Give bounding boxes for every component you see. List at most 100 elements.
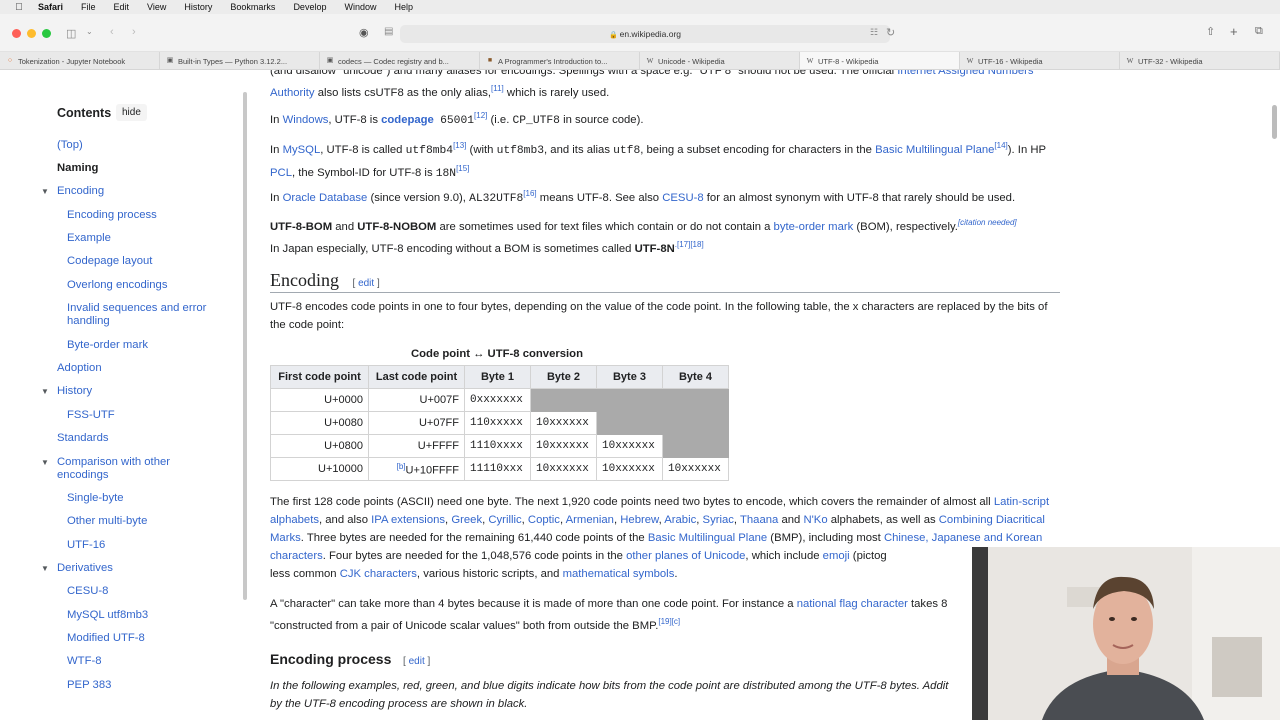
toc-item-utf16[interactable]: UTF-16 xyxy=(67,539,105,552)
link-nko[interactable]: N'Ko xyxy=(803,514,827,526)
privacy-icon[interactable]: ◉ xyxy=(359,26,369,39)
toc-hide-button[interactable]: hide xyxy=(116,104,147,121)
new-tab-icon[interactable]: + xyxy=(1230,24,1238,39)
toc-item-naming[interactable]: Naming xyxy=(57,162,98,175)
citation-needed-link[interactable]: [citation needed] xyxy=(958,218,1017,227)
chevron-down-icon[interactable]: ⌄ xyxy=(86,27,93,36)
menu-view[interactable]: View xyxy=(147,2,166,12)
toc-item-example[interactable]: Example xyxy=(67,232,111,245)
link-ipa-extensions[interactable]: IPA extensions xyxy=(371,514,445,526)
toc-item-encoding-process[interactable]: Encoding process xyxy=(67,209,157,222)
toc-item-single-byte[interactable]: Single-byte xyxy=(67,492,124,505)
reference-link[interactable]: [16] xyxy=(523,189,536,198)
toc-item-encoding[interactable]: Encoding xyxy=(57,185,104,198)
edit-link[interactable]: [ edit ] xyxy=(353,278,380,289)
link-oracle-database[interactable]: Oracle Database xyxy=(283,192,368,204)
apple-icon[interactable]:  xyxy=(12,2,26,13)
link-cyrillic[interactable]: Cyrillic xyxy=(488,514,521,526)
menu-help[interactable]: Help xyxy=(394,2,413,12)
tab-python-docs[interactable]: ▣ Built-in Types — Python 3.12.2... xyxy=(160,52,320,69)
link-math-symbols[interactable]: mathematical symbols xyxy=(563,568,675,580)
menu-history[interactable]: History xyxy=(184,2,212,12)
reference-link[interactable]: .[17][18] xyxy=(675,240,704,249)
link-thaana[interactable]: Thaana xyxy=(740,514,778,526)
menu-edit[interactable]: Edit xyxy=(114,2,130,12)
link-byte-order-mark[interactable]: byte-order mark xyxy=(774,221,854,233)
page-menu-icon[interactable]: ▤ xyxy=(384,26,393,37)
toc-item-overlong[interactable]: Overlong encodings xyxy=(67,279,167,292)
tab-utf16-wikipedia[interactable]: W UTF-16 - Wikipedia xyxy=(960,52,1120,69)
link-bmp[interactable]: Basic Multilingual Plane xyxy=(648,532,767,544)
menu-window[interactable]: Window xyxy=(344,2,376,12)
back-icon[interactable]: ‹ xyxy=(110,26,114,38)
chevron-down-icon[interactable]: ▼ xyxy=(41,564,49,573)
link-cjk[interactable]: CJK characters xyxy=(340,568,417,580)
tab-overview-icon[interactable]: ⧉ xyxy=(1255,25,1263,38)
translate-icon[interactable]: ☷ xyxy=(870,27,878,38)
reference-link[interactable]: [15] xyxy=(456,164,469,173)
tab-jupyter[interactable]: ○ Tokenization - Jupyter Notebook xyxy=(0,52,160,69)
tab-utf8-wikipedia[interactable]: W UTF-8 - Wikipedia xyxy=(800,52,960,69)
edit-link[interactable]: [ edit ] xyxy=(403,656,430,667)
toc-item-modified-utf8[interactable]: Modified UTF-8 xyxy=(67,632,145,645)
toc-item-other-multibyte[interactable]: Other multi-byte xyxy=(67,515,147,528)
toc-item-top[interactable]: (Top) xyxy=(57,139,83,152)
edit-link-text[interactable]: edit xyxy=(409,656,425,667)
toc-item-pep383[interactable]: PEP 383 xyxy=(67,679,111,692)
link-bmp[interactable]: Basic Multilingual Plane xyxy=(875,144,994,156)
menu-app-name[interactable]: Safari xyxy=(38,2,63,12)
menu-develop[interactable]: Develop xyxy=(293,2,326,12)
reference-link[interactable]: [12] xyxy=(474,111,487,120)
menu-file[interactable]: File xyxy=(81,2,96,12)
address-bar[interactable]: 🔒 en.wikipedia.org xyxy=(400,25,890,43)
reload-icon[interactable]: ↻ xyxy=(886,26,895,39)
chevron-down-icon[interactable]: ▼ xyxy=(41,387,49,396)
reference-link[interactable]: [19][c] xyxy=(658,617,680,626)
toc-item-adoption[interactable]: Adoption xyxy=(57,362,102,375)
toc-item-bom[interactable]: Byte-order mark xyxy=(67,339,148,352)
tab-utf32-wikipedia[interactable]: W UTF-32 - Wikipedia xyxy=(1120,52,1280,69)
toc-item-standards[interactable]: Standards xyxy=(57,432,109,445)
toc-item-invalid-sequences[interactable]: Invalid sequences and error handling xyxy=(67,302,227,328)
link-emoji[interactable]: emoji xyxy=(823,550,850,562)
reference-link[interactable]: [13] xyxy=(453,141,466,150)
toc-item-comparison[interactable]: Comparison with other encodings xyxy=(57,456,207,482)
minimize-window-icon[interactable] xyxy=(27,29,36,38)
toc-item-history[interactable]: History xyxy=(57,385,92,398)
toc-item-fss-utf[interactable]: FSS-UTF xyxy=(67,409,115,422)
tab-programmers-intro[interactable]: ■ A Programmer's Introduction to... xyxy=(480,52,640,69)
link-planes-of-unicode[interactable]: other planes of Unicode xyxy=(626,550,745,562)
link-flag-character[interactable]: national flag character xyxy=(797,598,908,610)
share-icon[interactable]: ⇧ xyxy=(1206,25,1215,38)
forward-icon[interactable]: › xyxy=(132,26,136,38)
link-arabic[interactable]: Arabic xyxy=(664,514,696,526)
link-codepage[interactable]: codepage xyxy=(381,114,434,126)
link-windows[interactable]: Windows xyxy=(283,114,329,126)
chevron-down-icon[interactable]: ▼ xyxy=(41,187,49,196)
page-scrollbar[interactable] xyxy=(1272,105,1277,139)
chevron-down-icon[interactable]: ▼ xyxy=(41,458,49,467)
link-mysql[interactable]: MySQL xyxy=(283,144,321,156)
link-coptic[interactable]: Coptic xyxy=(528,514,560,526)
toc-item-codepage-layout[interactable]: Codepage layout xyxy=(67,255,152,268)
link-greek[interactable]: Greek xyxy=(451,514,482,526)
menu-bookmarks[interactable]: Bookmarks xyxy=(230,2,275,12)
close-window-icon[interactable] xyxy=(12,29,21,38)
link-pcl[interactable]: PCL xyxy=(270,167,292,179)
toc-item-wtf8[interactable]: WTF-8 xyxy=(67,655,102,668)
tab-codecs[interactable]: ▣ codecs — Codec registry and b... xyxy=(320,52,480,69)
link-hebrew[interactable]: Hebrew xyxy=(620,514,658,526)
link-syriac[interactable]: Syriac xyxy=(703,514,734,526)
toc-item-cesu8[interactable]: CESU-8 xyxy=(67,585,108,598)
note-link[interactable]: [b] xyxy=(397,462,406,471)
toc-scrollbar[interactable] xyxy=(243,92,247,600)
sidebar-toggle-icon[interactable]: ◫ xyxy=(66,27,76,40)
tab-unicode-wikipedia[interactable]: W Unicode - Wikipedia xyxy=(640,52,800,69)
link-armenian[interactable]: Armenian xyxy=(566,514,614,526)
edit-link-text[interactable]: edit xyxy=(358,278,374,289)
toc-item-derivatives[interactable]: Derivatives xyxy=(57,562,113,575)
toc-item-mysql-utf8mb3[interactable]: MySQL utf8mb3 xyxy=(67,609,148,622)
reference-link[interactable]: [11] xyxy=(491,84,504,93)
link-cesu8[interactable]: CESU-8 xyxy=(662,192,703,204)
zoom-window-icon[interactable] xyxy=(42,29,51,38)
